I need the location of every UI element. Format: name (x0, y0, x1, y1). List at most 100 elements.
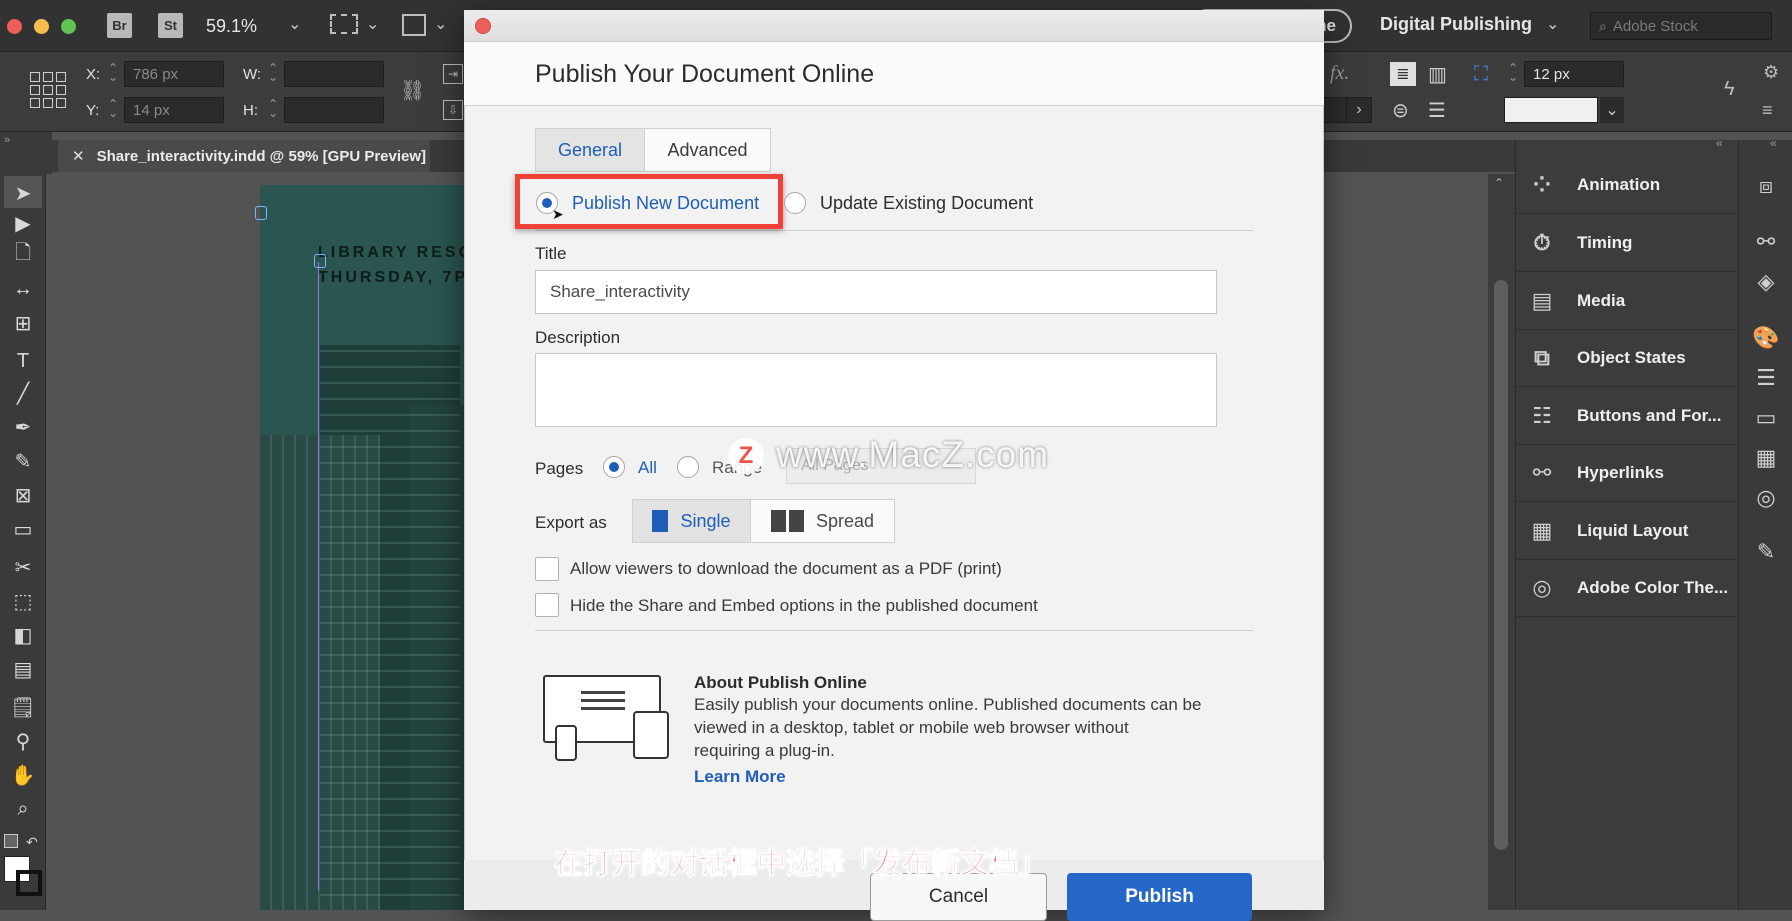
close-tab-icon[interactable]: ✕ (72, 147, 85, 165)
export-spread-button[interactable]: Spread (750, 499, 895, 543)
adobe-stock-search[interactable]: ⌕ Adobe Stock (1590, 12, 1772, 40)
hide-share-label[interactable]: Hide the Share and Embed options in the … (570, 596, 1038, 616)
pages-range-radio[interactable] (677, 456, 699, 478)
free-transform-tool-icon[interactable]: ⬚ (10, 588, 36, 614)
gear-icon[interactable]: ⚙ (1763, 62, 1779, 83)
window-minimize-button[interactable] (34, 19, 49, 34)
screen-mode-icon[interactable] (402, 14, 426, 36)
title-input[interactable]: Share_interactivity (535, 270, 1217, 314)
auto-fit-icon[interactable]: ⛶ (1474, 63, 1488, 86)
document-tab[interactable]: ✕ Share_interactivity.indd @ 59% [GPU Pr… (58, 140, 430, 172)
selection-tool-icon[interactable]: ➤ (10, 180, 36, 206)
default-colors-icon[interactable] (4, 834, 18, 848)
y-field[interactable]: 14 px (124, 97, 224, 123)
pages-panel-icon[interactable]: ⧈ (1752, 172, 1780, 200)
publish-new-label[interactable]: Publish New Document (572, 193, 759, 214)
panel-animation[interactable]: ⁘ Animation (1515, 157, 1738, 214)
view-options-chevron-icon[interactable]: ⌄ (366, 14, 379, 34)
h-spinner-icon[interactable]: ⌃ ⌄ (268, 98, 278, 119)
gradient-swatch-tool-icon[interactable]: ◧ (10, 622, 36, 648)
screen-mode-chevron-icon[interactable]: ⌄ (434, 14, 447, 34)
view-options-icon[interactable] (330, 14, 358, 34)
stroke-swatch[interactable] (16, 870, 42, 896)
stroke-panel-icon[interactable]: ☰ (1752, 364, 1780, 392)
cc-libraries-icon[interactable]: ◎ (1752, 484, 1780, 512)
scale-y-icon[interactable]: ⇩ (443, 100, 463, 120)
update-existing-label[interactable]: Update Existing Document (820, 193, 1033, 214)
y-spinner-icon[interactable]: ⌃ ⌄ (108, 98, 118, 119)
export-single-button[interactable]: Single (632, 499, 751, 543)
panel-liquid-layout[interactable]: ▦ Liquid Layout (1515, 503, 1738, 560)
gap-tool-icon[interactable]: ↔ (10, 276, 36, 302)
note-tool-icon[interactable]: 🗒 (10, 694, 36, 720)
pencil-tool-icon[interactable]: ✎ (10, 448, 36, 474)
stock-button[interactable]: St (158, 13, 183, 38)
gradient-feather-tool-icon[interactable]: ▤ (10, 656, 36, 682)
scroll-up-icon[interactable]: ⌃ (1494, 176, 1504, 190)
tab-general[interactable]: General (535, 128, 645, 172)
strip-collapse-icon[interactable]: « (1770, 136, 1777, 150)
text-wrap-none-icon[interactable]: ≣ (1390, 62, 1416, 86)
tab-advanced[interactable]: Advanced (644, 128, 771, 172)
allow-pdf-checkbox[interactable] (535, 557, 559, 581)
stroke-spinner-icon[interactable]: ⌃ ⌄ (1508, 62, 1518, 83)
pen-tool-icon[interactable]: ✒ (10, 414, 36, 440)
properties-panel-icon[interactable]: ✎ (1752, 538, 1780, 566)
zoom-tool-icon[interactable]: ⌕ (10, 796, 36, 822)
lock-icon[interactable] (314, 254, 326, 268)
update-existing-radio[interactable] (784, 192, 806, 214)
pages-all-label[interactable]: All (638, 458, 657, 478)
color-panel-icon[interactable]: ▭ (1752, 404, 1780, 432)
stroke-weight-field[interactable]: 12 px (1524, 61, 1624, 87)
text-wrap-jump-icon[interactable]: ☰ (1428, 98, 1446, 123)
workspace-switcher[interactable]: Digital Publishing (1380, 14, 1532, 35)
swap-colors-icon[interactable]: ↶ (26, 834, 38, 851)
direct-selection-tool-icon[interactable]: ▶ (10, 210, 36, 236)
type-tool-icon[interactable]: T (10, 348, 36, 374)
swatches-panel-icon[interactable]: 🎨 (1752, 324, 1780, 352)
window-zoom-button[interactable] (61, 19, 76, 34)
scrollbar-thumb[interactable] (1494, 280, 1508, 850)
h-field[interactable] (284, 97, 384, 123)
rectangle-frame-tool-icon[interactable]: ⊠ (10, 482, 36, 508)
gradient-panel-icon[interactable]: ▦ (1752, 444, 1780, 472)
stroke-type-chevron-icon[interactable]: ⌄ (1600, 97, 1624, 123)
page-tool-icon[interactable]: 🗋 (10, 242, 36, 268)
reference-point-icon[interactable] (30, 72, 66, 108)
zoom-level[interactable]: 59.1% (206, 16, 257, 37)
panels-collapse-icon[interactable]: « (1716, 136, 1723, 150)
dialog-close-button[interactable] (475, 18, 491, 34)
text-wrap-shape-icon[interactable]: ⊜ (1392, 98, 1409, 123)
panel-hyperlinks[interactable]: ⚯ Hyperlinks (1515, 445, 1738, 502)
lock-icon[interactable] (255, 206, 267, 220)
publish-button[interactable]: Publish (1067, 873, 1252, 921)
x-spinner-icon[interactable]: ⌃ ⌄ (108, 62, 118, 83)
learn-more-link[interactable]: Learn More (694, 767, 786, 787)
panel-media[interactable]: ▤ Media (1515, 273, 1738, 330)
scale-x-icon[interactable]: ⇥ (443, 64, 463, 84)
constrain-proportions-icon[interactable]: ⛓ (400, 78, 425, 103)
effects-fx-icon[interactable]: fx. (1330, 62, 1349, 85)
allow-pdf-label[interactable]: Allow viewers to download the document a… (570, 559, 1002, 579)
w-field[interactable] (284, 61, 384, 87)
panel-object-states[interactable]: ⧉ Object States (1515, 330, 1738, 387)
toolbar-collapse-icon[interactable]: » (4, 134, 10, 146)
window-close-button[interactable] (7, 19, 22, 34)
rectangle-tool-icon[interactable]: ▭ (10, 516, 36, 542)
quick-apply-icon[interactable]: ϟ (1724, 78, 1735, 101)
bridge-button[interactable]: Br (107, 13, 132, 38)
workspace-chevron-icon[interactable]: ⌄ (1546, 14, 1559, 34)
pages-all-radio[interactable] (603, 456, 625, 478)
chevron-right-icon[interactable]: › (1346, 97, 1372, 123)
content-collector-icon[interactable]: ⊞ (10, 310, 36, 336)
hide-share-checkbox[interactable] (535, 593, 559, 617)
eyedropper-tool-icon[interactable]: ⚲ (10, 728, 36, 754)
menu-icon[interactable]: ≡ (1762, 100, 1773, 121)
w-spinner-icon[interactable]: ⌃ ⌄ (268, 62, 278, 83)
hand-tool-icon[interactable]: ✋ (10, 762, 36, 788)
layers-panel-icon[interactable]: ◈ (1752, 268, 1780, 296)
links-panel-icon[interactable]: ⚯ (1752, 228, 1780, 256)
scissors-tool-icon[interactable]: ✂ (10, 554, 36, 580)
description-textarea[interactable] (535, 353, 1217, 427)
zoom-chevron-icon[interactable]: ⌄ (288, 14, 301, 34)
